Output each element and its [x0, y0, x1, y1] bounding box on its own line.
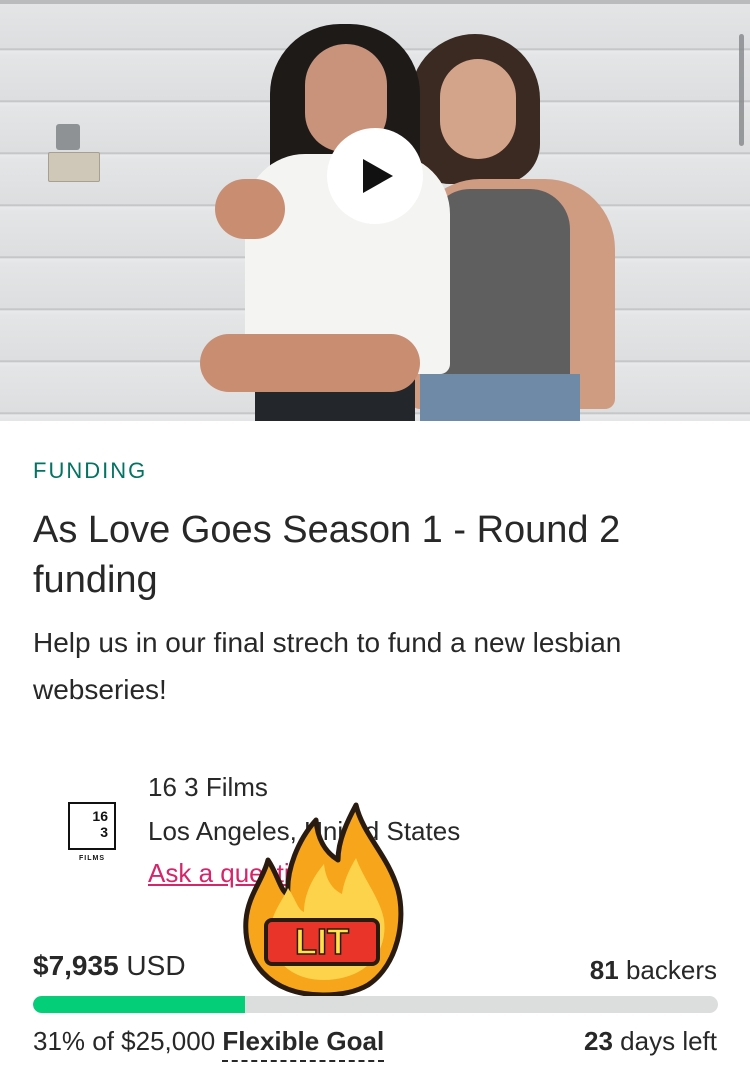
- goal-summary: 31% of $25,000 Flexible Goal: [33, 1026, 385, 1062]
- pledged-value: $7,935: [33, 950, 119, 981]
- pledged-amount: $7,935 USD: [33, 950, 186, 982]
- days-left-value: 23: [584, 1026, 613, 1056]
- fire-icon: LIT: [243, 802, 404, 998]
- project-video[interactable]: [0, 0, 750, 421]
- funding-progress-bar: [33, 996, 718, 1013]
- person-right-tank-top: [430, 189, 570, 394]
- logo-number: 16 3: [92, 808, 108, 840]
- person-right-face: [440, 59, 516, 159]
- pledged-currency: USD: [126, 950, 186, 981]
- wall-light: [56, 124, 80, 150]
- logo-box: 16 3: [68, 802, 116, 850]
- wall-plaque: [48, 152, 100, 182]
- backers-label: backers: [625, 955, 717, 985]
- creator-avatar[interactable]: 16 3 FILMS: [62, 800, 122, 870]
- person-left-arm: [200, 334, 420, 392]
- play-icon: [363, 159, 393, 193]
- percent-of-goal: 31% of $25,000: [33, 1026, 216, 1056]
- logo-subtext: FILMS: [79, 855, 105, 862]
- days-left-label: days left: [620, 1026, 717, 1056]
- backers-value: 81: [589, 955, 619, 985]
- backers-count: 81 backers: [590, 955, 717, 986]
- person-right-jeans: [420, 374, 580, 421]
- hug-arm: [215, 179, 285, 239]
- logo-number-bottom: 3: [100, 824, 108, 840]
- logo-number-top: 16: [92, 808, 108, 824]
- scrollbar[interactable]: [739, 34, 744, 146]
- play-button[interactable]: [327, 128, 423, 224]
- flexible-goal-label[interactable]: Flexible Goal: [222, 1026, 385, 1062]
- project-title: As Love Goes Season 1 - Round 2 funding: [33, 509, 621, 601]
- days-left: 23 days left: [584, 1026, 717, 1057]
- sticker-text: LIT: [295, 921, 349, 962]
- funding-progress-fill: [33, 996, 246, 1013]
- project-status-label: FUNDING: [33, 458, 148, 483]
- creator-name[interactable]: 16 3 Films: [148, 772, 268, 803]
- project-blurb: Help us in our final strech to fund a ne…: [33, 627, 622, 705]
